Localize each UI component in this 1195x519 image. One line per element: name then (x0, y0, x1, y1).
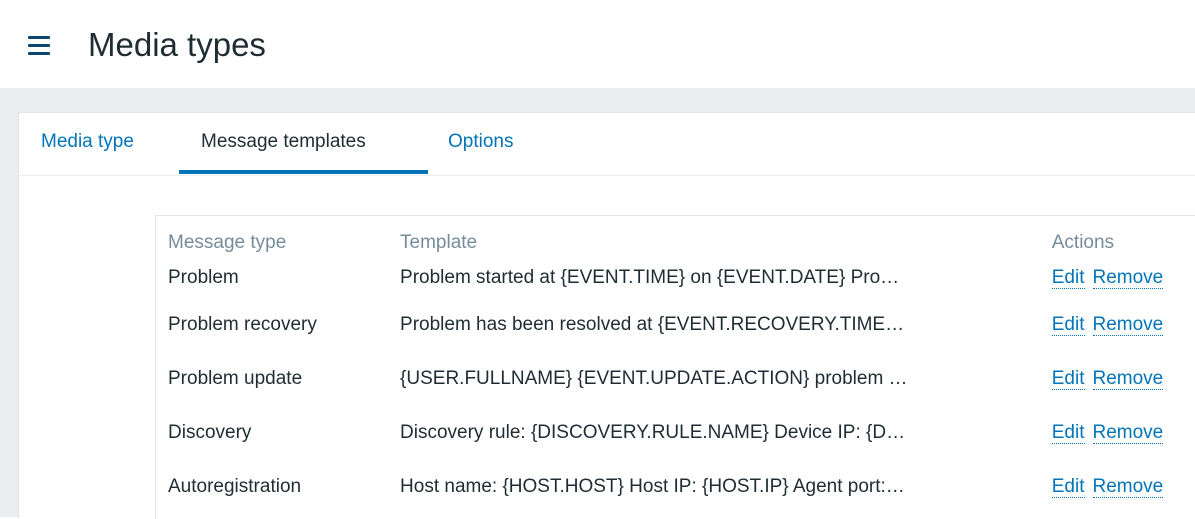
row-template-text: Host name: {HOST.HOST} Host IP: {HOST.IP… (400, 476, 905, 497)
row-template: Problem has been resolved at {EVENT.RECO… (400, 298, 1052, 352)
row-template: Host name: {HOST.HOST} Host IP: {HOST.IP… (400, 460, 1052, 514)
row-template-text: Problem started at {EVENT.TIME} on {EVEN… (400, 267, 900, 288)
row-actions: Edit Remove (1051, 406, 1195, 460)
hamburger-menu-icon[interactable] (26, 34, 58, 58)
table-row: Problem recovery Problem has been resolv… (168, 298, 1195, 352)
edit-link[interactable]: Edit (1051, 368, 1085, 390)
tab-options[interactable]: Options (448, 130, 513, 154)
tab-message-templates[interactable]: Message templates (201, 130, 366, 154)
row-message-type: Autoregistration (168, 476, 302, 497)
row-message-type: Problem update (168, 368, 303, 389)
row-message-type: Problem (168, 267, 239, 288)
row-template-text: {USER.FULLNAME} {EVENT.UPDATE.ACTION} pr… (400, 368, 908, 389)
table-row: Problem Problem started at {EVENT.TIME} … (168, 258, 1195, 298)
remove-link[interactable]: Remove (1092, 422, 1164, 444)
remove-link[interactable]: Remove (1092, 314, 1164, 336)
row-message-type: Discovery (168, 422, 252, 443)
message-templates-table-container: Message type Template Actions Problem Pr… (155, 215, 1195, 519)
row-template-text: Problem has been resolved at {EVENT.RECO… (400, 314, 905, 335)
page-header: Media types (0, 0, 1195, 88)
edit-link[interactable]: Edit (1051, 422, 1085, 444)
row-message-type: Problem recovery (168, 314, 317, 335)
row-template-text: Discovery rule: {DISCOVERY.RULE.NAME} De… (400, 422, 906, 443)
table-row: Discovery Discovery rule: {DISCOVERY.RUL… (168, 406, 1195, 460)
table-row: Problem update {USER.FULLNAME} {EVENT.UP… (168, 352, 1195, 406)
media-type-form-panel: Media type Message templates Options Mes… (18, 112, 1195, 519)
edit-link[interactable]: Edit (1051, 314, 1085, 336)
message-templates-table: Message type Template Actions Problem Pr… (168, 228, 1195, 514)
active-tab-indicator (179, 170, 428, 174)
column-header-template: Template (400, 232, 478, 253)
table-row: Autoregistration Host name: {HOST.HOST} … (168, 460, 1195, 514)
edit-link[interactable]: Edit (1051, 476, 1085, 498)
row-actions: Edit Remove (1051, 352, 1195, 406)
row-actions: Edit Remove (1051, 298, 1195, 352)
tab-media-type[interactable]: Media type (41, 130, 134, 154)
column-header-message-type: Message type (168, 232, 287, 253)
table-header-row: Message type Template Actions (168, 228, 1195, 258)
row-template: {USER.FULLNAME} {EVENT.UPDATE.ACTION} pr… (400, 352, 1052, 406)
row-template: Discovery rule: {DISCOVERY.RULE.NAME} De… (400, 406, 1052, 460)
row-actions: Edit Remove (1051, 460, 1195, 514)
remove-link[interactable]: Remove (1092, 267, 1164, 289)
remove-link[interactable]: Remove (1092, 368, 1164, 390)
row-template: Problem started at {EVENT.TIME} on {EVEN… (400, 258, 1052, 298)
column-header-actions: Actions (1051, 232, 1115, 253)
tab-bar: Media type Message templates Options (19, 113, 1195, 176)
remove-link[interactable]: Remove (1092, 476, 1164, 498)
page-title: Media types (88, 26, 266, 63)
row-actions: Edit Remove (1051, 258, 1195, 298)
edit-link[interactable]: Edit (1051, 267, 1085, 289)
